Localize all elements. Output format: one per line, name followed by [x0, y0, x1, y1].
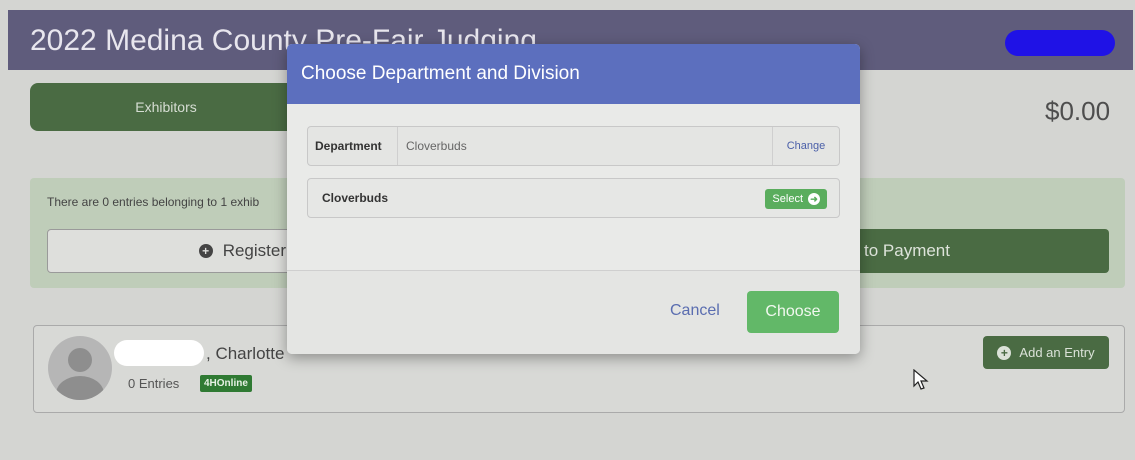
- department-row: Department Cloverbuds Change: [307, 126, 840, 166]
- tab-exhibitors[interactable]: Exhibitors: [30, 83, 302, 131]
- division-row: Cloverbuds Select ➜: [307, 178, 840, 218]
- cancel-button[interactable]: Cancel: [670, 302, 720, 320]
- mouse-pointer-icon: [913, 369, 929, 390]
- choose-button[interactable]: Choose: [747, 291, 839, 333]
- plus-circle-icon: +: [997, 345, 1012, 360]
- plus-circle-icon: +: [198, 244, 213, 258]
- select-label: Select: [772, 193, 803, 205]
- cart-total: $0.00: [1045, 96, 1111, 126]
- add-entry-button[interactable]: + Add an Entry: [983, 336, 1109, 369]
- continue-to-payment-button[interactable]: to Payment: [834, 229, 1109, 273]
- name-redaction: [114, 340, 204, 366]
- user-avatar-icon: [48, 336, 112, 400]
- payment-label: to Payment: [864, 241, 950, 260]
- department-label: Department: [308, 127, 398, 165]
- register-button[interactable]: + Register: [47, 229, 305, 273]
- entries-summary: There are 0 entries belonging to 1 exhib: [47, 195, 260, 209]
- change-department-button[interactable]: Change: [772, 127, 839, 165]
- add-entry-label: Add an Entry: [1019, 345, 1095, 360]
- choose-department-modal: Choose Department and Division Departmen…: [287, 44, 860, 354]
- user-menu-redacted[interactable]: [1005, 30, 1115, 56]
- division-name: Cloverbuds: [322, 191, 389, 205]
- modal-title: Choose Department and Division: [287, 44, 860, 104]
- arrow-circle-right-icon: ➜: [808, 193, 820, 205]
- department-value: Cloverbuds: [406, 139, 467, 153]
- 4honline-badge: 4HOnline: [200, 375, 252, 392]
- register-label: Register: [222, 241, 286, 260]
- exhibitor-name: , Charlotte: [206, 344, 285, 363]
- select-division-button[interactable]: Select ➜: [765, 189, 827, 209]
- entry-count: 0 Entries: [128, 376, 180, 391]
